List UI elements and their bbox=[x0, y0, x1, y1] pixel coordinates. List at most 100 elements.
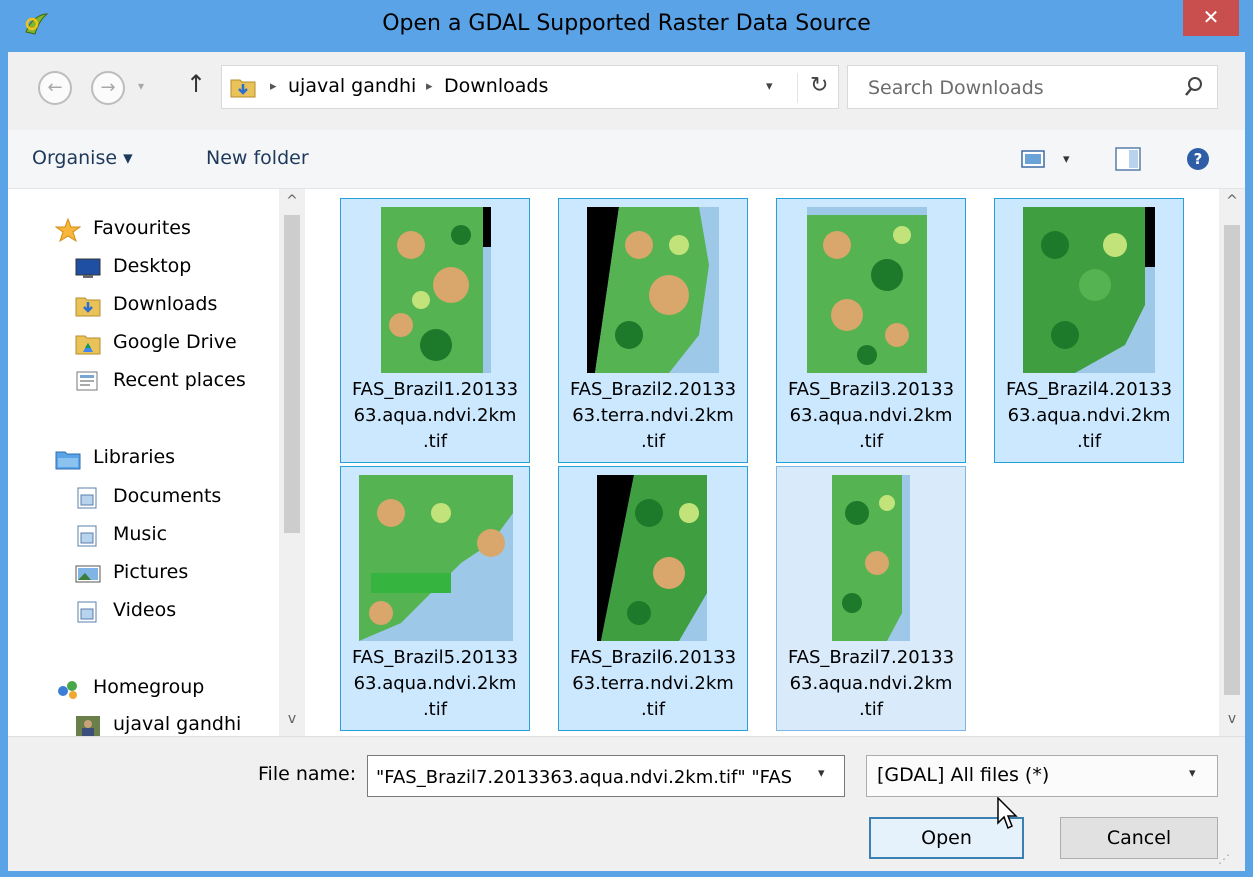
homegroup-icon bbox=[58, 681, 77, 699]
file-list-pane: FAS_Brazil1.20133 63.aqua.ndvi.2km .tif FA… bbox=[314, 189, 1245, 736]
file-tile[interactable]: FAS_Brazil7.20133 63.aqua.ndvi.2km .tif bbox=[776, 466, 966, 731]
raster-thumbnail bbox=[832, 475, 910, 641]
refresh-button[interactable]: ↻ bbox=[797, 73, 828, 103]
nav-item-label: Pictures bbox=[113, 561, 189, 583]
file-tile[interactable]: FAS_Brazil5.20133 63.aqua.ndvi.2km .tif bbox=[340, 466, 530, 731]
breadcrumb-ujaval-gandhi[interactable]: ujaval gandhi bbox=[288, 75, 416, 97]
videos-library-icon bbox=[77, 601, 97, 623]
organise-menu-button[interactable]: Organise ▾ bbox=[32, 147, 133, 169]
file-tile[interactable]: FAS_Brazil6.20133 63.terra.ndvi.2km .tif bbox=[558, 466, 748, 731]
file-name-label: FAS_Brazil5.20133 63.aqua.ndvi.2km .tif bbox=[351, 647, 519, 720]
svg-text:?: ? bbox=[1194, 150, 1203, 168]
search-input[interactable] bbox=[866, 74, 1170, 102]
file-name-label: FAS_Brazil1.20133 63.aqua.ndvi.2km .tif bbox=[351, 379, 519, 452]
user-avatar-icon bbox=[76, 716, 100, 736]
command-toolbar: Organise ▾ New folder ▾ ? bbox=[8, 130, 1245, 189]
preview-pane-icon[interactable] bbox=[1115, 146, 1141, 172]
file-name-input[interactable] bbox=[374, 764, 808, 790]
view-options-dropdown[interactable]: ▾ bbox=[1063, 152, 1070, 167]
scrollbar-thumb[interactable] bbox=[284, 215, 300, 533]
nav-item-label: Desktop bbox=[113, 255, 192, 277]
address-history-dropdown[interactable]: ▾ bbox=[766, 79, 773, 94]
back-button[interactable]: ← bbox=[38, 71, 72, 105]
libraries-icon bbox=[55, 451, 81, 470]
navigation-pane: Favourites Desktop Downloads Google Driv… bbox=[8, 189, 314, 736]
scrollbar-thumb[interactable] bbox=[1224, 225, 1240, 695]
downloads-folder-icon bbox=[230, 79, 256, 98]
close-button[interactable]: ✕ bbox=[1183, 0, 1239, 36]
file-name-label: FAS_Brazil6.20133 63.terra.ndvi.2km .tif bbox=[569, 647, 737, 720]
dialog-body: ← → ▾ ↑ ▸ ujaval gandhi ▸ Downloads ▾ ↻ bbox=[8, 52, 1245, 871]
nav-item-label: Videos bbox=[113, 599, 177, 621]
google-drive-icon bbox=[75, 335, 101, 355]
chevron-down-icon: ▾ bbox=[1189, 766, 1196, 781]
star-icon bbox=[55, 218, 81, 242]
scroll-down-arrow-icon[interactable]: v bbox=[279, 711, 305, 727]
nav-libraries-label: Libraries bbox=[93, 446, 176, 468]
nav-item-label: Recent places bbox=[113, 369, 246, 391]
chevron-down-icon: ▾ bbox=[1063, 152, 1070, 167]
scroll-down-arrow-icon[interactable]: v bbox=[1219, 711, 1245, 727]
breadcrumb-separator-icon[interactable]: ▸ bbox=[270, 79, 277, 94]
resize-grip-icon[interactable]: ⋰ bbox=[1218, 852, 1230, 866]
nav-item-label: ujaval gandhi bbox=[113, 713, 242, 735]
back-arrow-icon: ← bbox=[47, 77, 63, 98]
title-bar[interactable]: Open a GDAL Supported Raster Data Source… bbox=[0, 0, 1253, 52]
address-bar[interactable]: ▸ ujaval gandhi ▸ Downloads ▾ ↻ bbox=[221, 65, 839, 109]
chevron-down-icon: ▾ bbox=[766, 79, 773, 94]
forward-arrow-icon: → bbox=[100, 77, 116, 98]
raster-thumbnail bbox=[807, 207, 927, 373]
file-name-label: FAS_Brazil2.20133 63.terra.ndvi.2km .tif bbox=[569, 379, 737, 452]
search-box[interactable] bbox=[847, 65, 1218, 109]
file-tile[interactable]: FAS_Brazil1.20133 63.aqua.ndvi.2km .tif bbox=[340, 198, 530, 463]
file-type-select[interactable]: [GDAL] All files (*) ▾ bbox=[866, 755, 1218, 797]
scroll-up-arrow-icon[interactable]: ^ bbox=[1219, 193, 1245, 209]
change-view-icon[interactable] bbox=[1021, 150, 1045, 168]
recent-locations-dropdown[interactable]: ▾ bbox=[138, 79, 144, 93]
file-name-history-dropdown[interactable]: ▾ bbox=[818, 766, 825, 781]
file-name-label: FAS_Brazil4.20133 63.aqua.ndvi.2km .tif bbox=[1005, 379, 1173, 452]
refresh-icon: ↻ bbox=[810, 73, 829, 98]
up-folder-button[interactable]: ↑ bbox=[186, 70, 206, 98]
new-folder-button[interactable]: New folder bbox=[206, 147, 309, 169]
chevron-down-icon: ▾ bbox=[818, 766, 825, 781]
raster-thumbnail bbox=[1023, 207, 1155, 373]
up-arrow-icon: ↑ bbox=[186, 70, 207, 98]
file-tile[interactable]: FAS_Brazil3.20133 63.aqua.ndvi.2km .tif bbox=[776, 198, 966, 463]
recent-places-icon bbox=[76, 371, 98, 391]
pictures-library-icon bbox=[75, 565, 101, 583]
file-list-scrollbar[interactable]: ^ v bbox=[1219, 189, 1245, 736]
dialog-window: Open a GDAL Supported Raster Data Source… bbox=[0, 0, 1253, 877]
raster-thumbnail bbox=[381, 207, 491, 373]
music-library-icon bbox=[77, 525, 97, 547]
mouse-pointer-icon bbox=[997, 797, 1018, 830]
file-selection-panel: File name: ▾ [GDAL] All files (*) ▾ Open… bbox=[8, 736, 1245, 871]
breadcrumb-downloads[interactable]: Downloads bbox=[444, 75, 548, 97]
nav-item-label: Documents bbox=[113, 485, 222, 507]
chevron-down-icon: ▾ bbox=[138, 79, 145, 93]
raster-thumbnail bbox=[587, 207, 719, 373]
file-name-label: FAS_Brazil7.20133 63.aqua.ndvi.2km .tif bbox=[787, 647, 955, 720]
search-icon[interactable] bbox=[1183, 74, 1205, 100]
navigation-scrollbar[interactable]: ^ v bbox=[279, 189, 305, 736]
nav-homegroup-label: Homegroup bbox=[93, 676, 205, 698]
nav-favourites-label: Favourites bbox=[93, 217, 191, 239]
close-icon: ✕ bbox=[1202, 5, 1220, 29]
raster-thumbnail bbox=[359, 475, 513, 641]
help-icon[interactable]: ? bbox=[1185, 146, 1211, 172]
raster-thumbnail bbox=[597, 475, 707, 641]
file-name-combobox[interactable]: ▾ bbox=[367, 755, 845, 797]
documents-library-icon bbox=[77, 487, 97, 509]
nav-item-label: Music bbox=[113, 523, 168, 545]
nav-item-label: Google Drive bbox=[113, 331, 237, 353]
nav-item-label: Downloads bbox=[113, 293, 218, 315]
file-tile[interactable]: FAS_Brazil2.20133 63.terra.ndvi.2km .tif bbox=[558, 198, 748, 463]
cancel-button[interactable]: Cancel bbox=[1060, 817, 1218, 859]
breadcrumb-separator-icon[interactable]: ▸ bbox=[426, 79, 433, 94]
file-tile[interactable]: FAS_Brazil4.20133 63.aqua.ndvi.2km .tif bbox=[994, 198, 1184, 463]
scroll-up-arrow-icon[interactable]: ^ bbox=[279, 193, 305, 209]
file-name-field-label: File name: bbox=[258, 763, 357, 785]
downloads-folder-icon bbox=[75, 297, 101, 317]
forward-button[interactable]: → bbox=[91, 71, 125, 105]
file-name-label: FAS_Brazil3.20133 63.aqua.ndvi.2km .tif bbox=[787, 379, 955, 452]
